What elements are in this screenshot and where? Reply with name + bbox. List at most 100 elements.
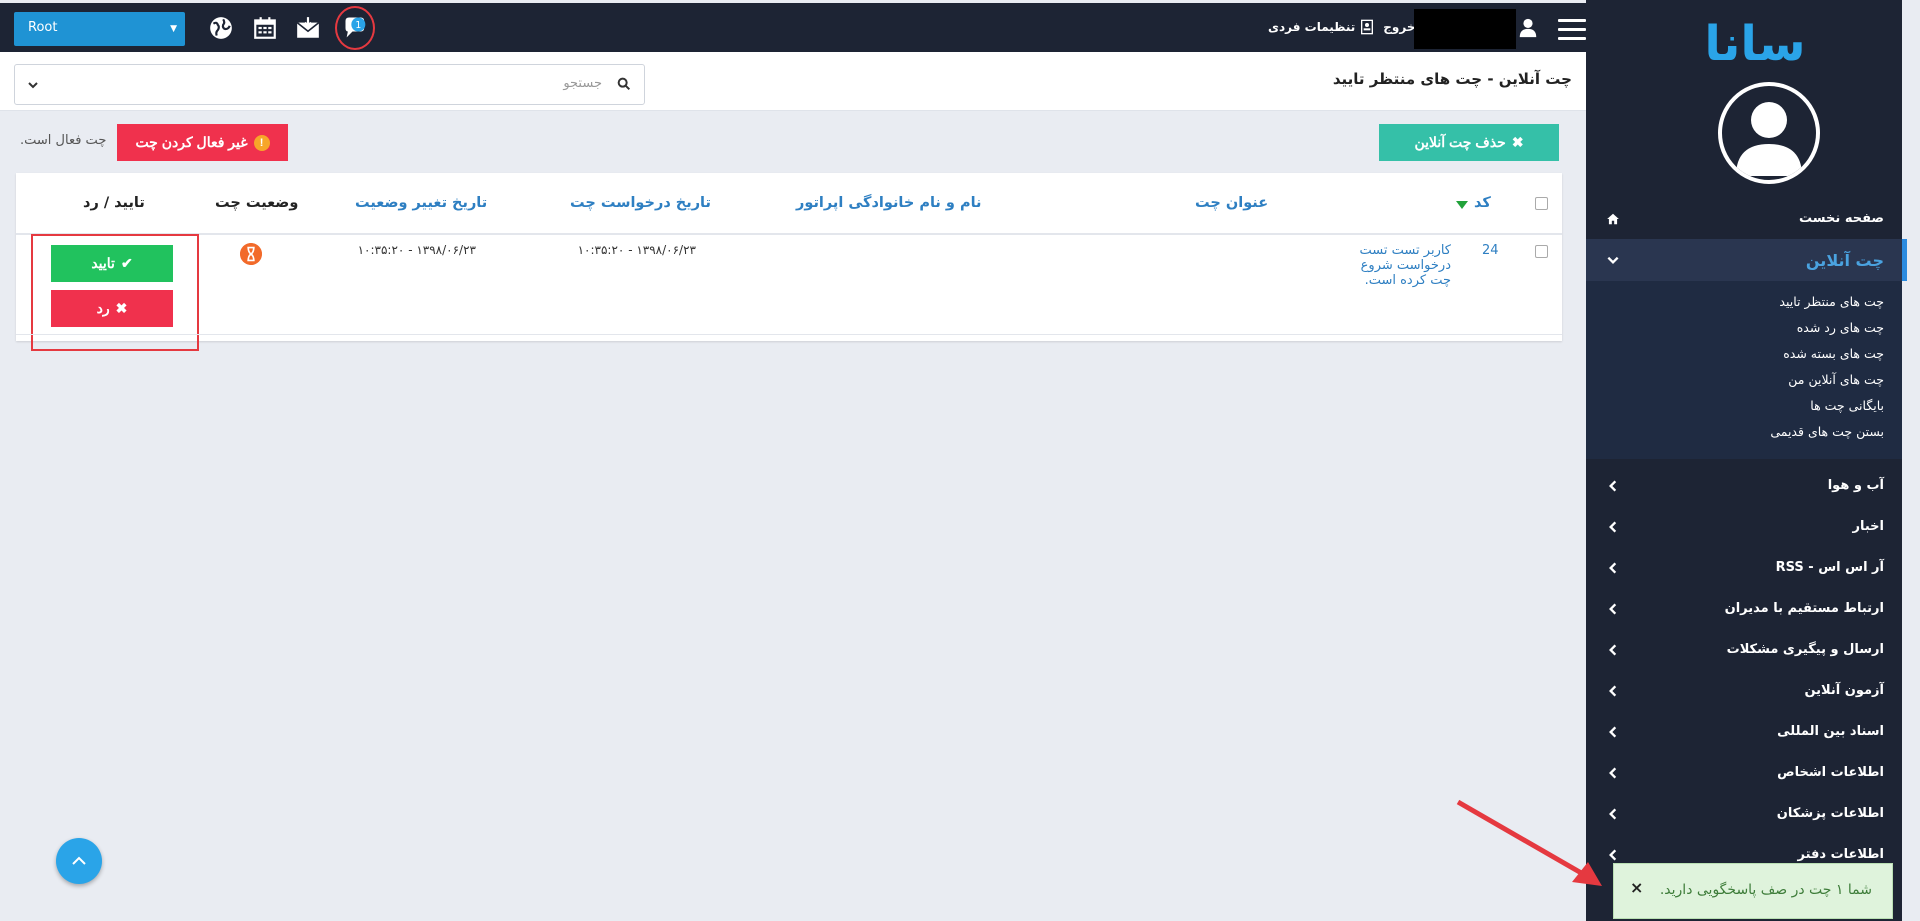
sidebar-scrollbar[interactable]: [1902, 0, 1920, 921]
close-icon: ✖: [115, 300, 128, 316]
submenu-item-archive[interactable]: بایگانی چت ها: [1586, 393, 1902, 419]
submenu-item-rejected[interactable]: چت های رد شده: [1586, 315, 1902, 341]
sidebar-item-persons[interactable]: اطلاعات اشخاص: [1586, 752, 1902, 793]
sidebar-item-label: چت آنلاین: [1805, 250, 1884, 270]
submenu-item-closed[interactable]: چت های بسته شده: [1586, 341, 1902, 367]
settings-label: تنظیمات فردی: [1268, 20, 1356, 34]
calendar-icon[interactable]: [252, 15, 278, 41]
submenu-item-pending[interactable]: چت های منتظر تایید: [1586, 289, 1902, 315]
chevron-left-icon: [1609, 849, 1617, 860]
chats-table: کد عنوان چت نام و نام خانوادگی اپراتور ت…: [16, 173, 1562, 351]
sidebar-item-label: اخبار: [1852, 519, 1885, 534]
chevron-left-icon: [1609, 726, 1617, 737]
chevron-left-icon: [1609, 808, 1617, 819]
notification-toast: شما ۱ چت در صف پاسخگویی دارید. ×: [1613, 863, 1893, 919]
sidebar-item-exam[interactable]: آزمون آنلاین: [1586, 670, 1902, 711]
reject-label: رد: [96, 300, 110, 316]
settings-link[interactable]: تنظیمات فردی: [1268, 19, 1375, 35]
chat-status-text: چت فعال است.: [20, 133, 107, 148]
row-change-date: ۱۳۹۸/۰۶/۲۳ - ۱۰:۳۵:۲۰: [357, 243, 476, 257]
column-header-request-date: تاریخ درخواست چت: [570, 195, 711, 211]
reject-button[interactable]: ✖ رد: [51, 290, 173, 327]
sana-logo: سانا: [1704, 16, 1805, 70]
approve-button[interactable]: ✔ تایید: [51, 245, 173, 282]
chevron-up-icon: [72, 856, 86, 865]
page-header: چت آنلاین - چت های منتظر تایید جستجو: [0, 52, 1586, 111]
submenu-item-my-chats[interactable]: چت های آنلاین من: [1586, 367, 1902, 393]
sidebar-item-home[interactable]: صفحه نخست: [1586, 198, 1902, 239]
chevron-left-icon: [1609, 767, 1617, 778]
row-divider: [16, 334, 1562, 335]
user-links: خروج تنظیمات فردی: [1268, 19, 1436, 35]
scroll-to-top-button[interactable]: [56, 838, 102, 884]
chevron-left-icon: [1609, 644, 1617, 655]
chevron-left-icon: [1609, 480, 1617, 491]
sidebar-item-managers[interactable]: ارتباط مستقیم با مدیران: [1586, 588, 1902, 629]
user-avatar-icon: [1736, 102, 1802, 176]
column-header-change-date: تاریخ تغییر وضعیت: [355, 195, 488, 211]
chevron-down-icon[interactable]: [27, 79, 39, 91]
sidebar-item-label: صفحه نخست: [1799, 211, 1884, 226]
sidebar-item-label: ارتباط مستقیم با مدیران: [1724, 601, 1884, 616]
top-bar: Root ▼ 1 خروج تنظیمات فردی: [0, 0, 1586, 52]
sidebar-item-online-chat[interactable]: چت آنلاین: [1586, 239, 1907, 281]
sidebar-item-label: ارسال و پیگیری مشکلات: [1726, 642, 1884, 657]
search-input[interactable]: جستجو: [14, 64, 645, 105]
sidebar-item-label: آر اس اس - RSS: [1775, 560, 1884, 575]
chevron-down-icon: [1607, 256, 1619, 264]
svg-text:1: 1: [355, 20, 361, 31]
column-header-title: عنوان چت: [1195, 195, 1269, 211]
sort-desc-icon[interactable]: [1456, 201, 1468, 209]
delete-online-chat-label: حذف چت آنلاین: [1414, 134, 1506, 150]
approve-label: تایید: [91, 255, 115, 271]
column-header-code[interactable]: کد: [1474, 195, 1491, 211]
row-checkbox[interactable]: [1535, 245, 1548, 258]
toast-close-button[interactable]: ×: [1630, 878, 1643, 897]
sidebar: سانا صفحه نخست چت آنلاین چت های منتظر تا…: [1586, 0, 1920, 921]
deactivate-chat-button[interactable]: ! غیر فعال کردن چت: [117, 124, 288, 161]
toast-message: شما ۱ چت در صف پاسخگویی دارید.: [1659, 882, 1872, 898]
warning-icon: !: [253, 134, 270, 151]
sidebar-item-label: اطلاعات اشخاص: [1777, 765, 1884, 780]
root-select[interactable]: Root ▼: [14, 12, 185, 46]
chat-icon[interactable]: 1: [342, 14, 370, 42]
root-select-value: Root: [28, 20, 58, 35]
submenu-item-close-old[interactable]: بستن چت های قدیمی: [1586, 419, 1902, 445]
id-card-icon: [1361, 19, 1374, 35]
hourglass-icon: [240, 243, 262, 265]
column-header-approve-reject: تایید / رد: [83, 195, 145, 211]
sidebar-item-rss[interactable]: آر اس اس - RSS: [1586, 547, 1902, 588]
sidebar-item-weather[interactable]: آب و هوا: [1586, 465, 1902, 506]
row-code[interactable]: 24: [1482, 243, 1499, 258]
search-icon[interactable]: [616, 76, 632, 92]
logout-label: خروج: [1383, 20, 1416, 34]
hamburger-menu-icon[interactable]: [1558, 19, 1586, 41]
user-icon[interactable]: [1517, 17, 1539, 39]
row-title[interactable]: کاربر تست تست درخواست شروع چت کرده است.: [1340, 243, 1451, 288]
sidebar-item-label: اطلاعات پزشکان: [1776, 806, 1884, 821]
username-redacted: [1414, 9, 1516, 49]
sidebar-menu: صفحه نخست چت آنلاین چت های منتظر تایید چ…: [1586, 198, 1907, 875]
mail-icon[interactable]: [295, 15, 321, 41]
sidebar-item-doctors[interactable]: اطلاعات پزشکان: [1586, 793, 1902, 834]
caret-down-icon: ▼: [170, 24, 177, 34]
online-chat-submenu: چت های منتظر تایید چت های رد شده چت های …: [1586, 281, 1902, 459]
avatar: [1718, 82, 1820, 184]
column-header-code-label: کد: [1474, 195, 1491, 211]
chevron-left-icon: [1609, 562, 1617, 573]
sidebar-item-news[interactable]: اخبار: [1586, 506, 1902, 547]
delete-online-chat-button[interactable]: ✖ حذف چت آنلاین: [1379, 124, 1559, 161]
row-request-date: ۱۳۹۸/۰۶/۲۳ - ۱۰:۳۵:۲۰: [577, 243, 696, 257]
close-icon: ✖: [1511, 134, 1524, 150]
sidebar-item-label: اسناد بین المللی: [1777, 724, 1884, 739]
sidebar-item-intl-docs[interactable]: اسناد بین المللی: [1586, 711, 1902, 752]
deactivate-chat-label: غیر فعال کردن چت: [135, 134, 248, 150]
sidebar-item-label: آزمون آنلاین: [1804, 683, 1884, 698]
sidebar-item-label: اطلاعات دفتر: [1797, 847, 1885, 862]
select-all-checkbox[interactable]: [1535, 197, 1548, 210]
table-header-divider: [16, 233, 1562, 235]
sidebar-item-label: آب و هوا: [1827, 478, 1884, 493]
sidebar-item-issues[interactable]: ارسال و پیگیری مشکلات: [1586, 629, 1902, 670]
globe-icon[interactable]: [208, 15, 234, 41]
column-header-operator: نام و نام خانوادگی اپراتور: [796, 195, 982, 211]
